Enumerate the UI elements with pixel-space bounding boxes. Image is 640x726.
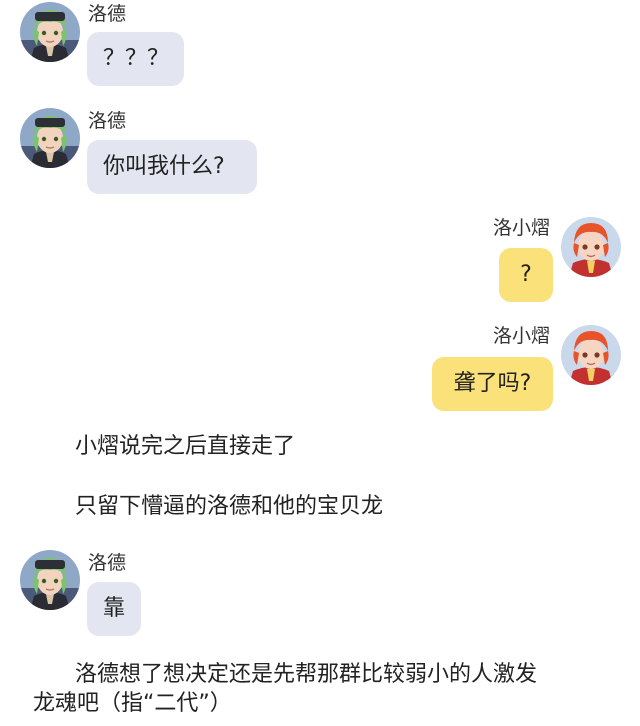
message-bubble[interactable]: ? bbox=[499, 248, 553, 302]
narration-line: 洛德想了想决定还是先帮那群比较弱小的人激发 bbox=[75, 662, 538, 687]
sender-name: 洛小熠 bbox=[493, 217, 551, 239]
green-hair-boy-avatar[interactable] bbox=[20, 2, 80, 62]
narration-paragraph: 洛德想了想决定还是先帮那群比较弱小的人激发 龙魂吧（指“二代”） bbox=[33, 660, 633, 718]
narration-line: 只留下懵逼的洛德和他的宝贝龙 bbox=[75, 494, 384, 519]
message-bubble[interactable]: 你叫我什么? bbox=[87, 140, 257, 194]
sender-name: 洛德 bbox=[88, 3, 127, 25]
red-hair-boy-avatar[interactable] bbox=[561, 325, 621, 385]
message-bubble[interactable]: 聋了吗? bbox=[432, 357, 553, 411]
message-bubble[interactable]: 靠 bbox=[87, 582, 141, 636]
sender-name: 洛德 bbox=[88, 552, 127, 574]
red-hair-boy-avatar[interactable] bbox=[561, 217, 621, 277]
green-hair-boy-avatar-icon bbox=[20, 2, 80, 62]
narration-line: 龙魂吧（指“二代”） bbox=[33, 691, 232, 716]
narration-line: 小熠说完之后直接走了 bbox=[75, 434, 296, 459]
green-hair-boy-avatar[interactable] bbox=[20, 108, 80, 168]
sender-name: 洛小熠 bbox=[493, 325, 551, 347]
message-bubble[interactable]: ？？？ bbox=[87, 32, 184, 86]
sender-name: 洛德 bbox=[88, 110, 127, 132]
green-hair-boy-avatar[interactable] bbox=[20, 550, 80, 610]
red-hair-boy-avatar-icon bbox=[561, 217, 621, 277]
green-hair-boy-avatar-icon bbox=[20, 108, 80, 168]
green-hair-boy-avatar-icon bbox=[20, 550, 80, 610]
red-hair-boy-avatar-icon bbox=[561, 325, 621, 385]
